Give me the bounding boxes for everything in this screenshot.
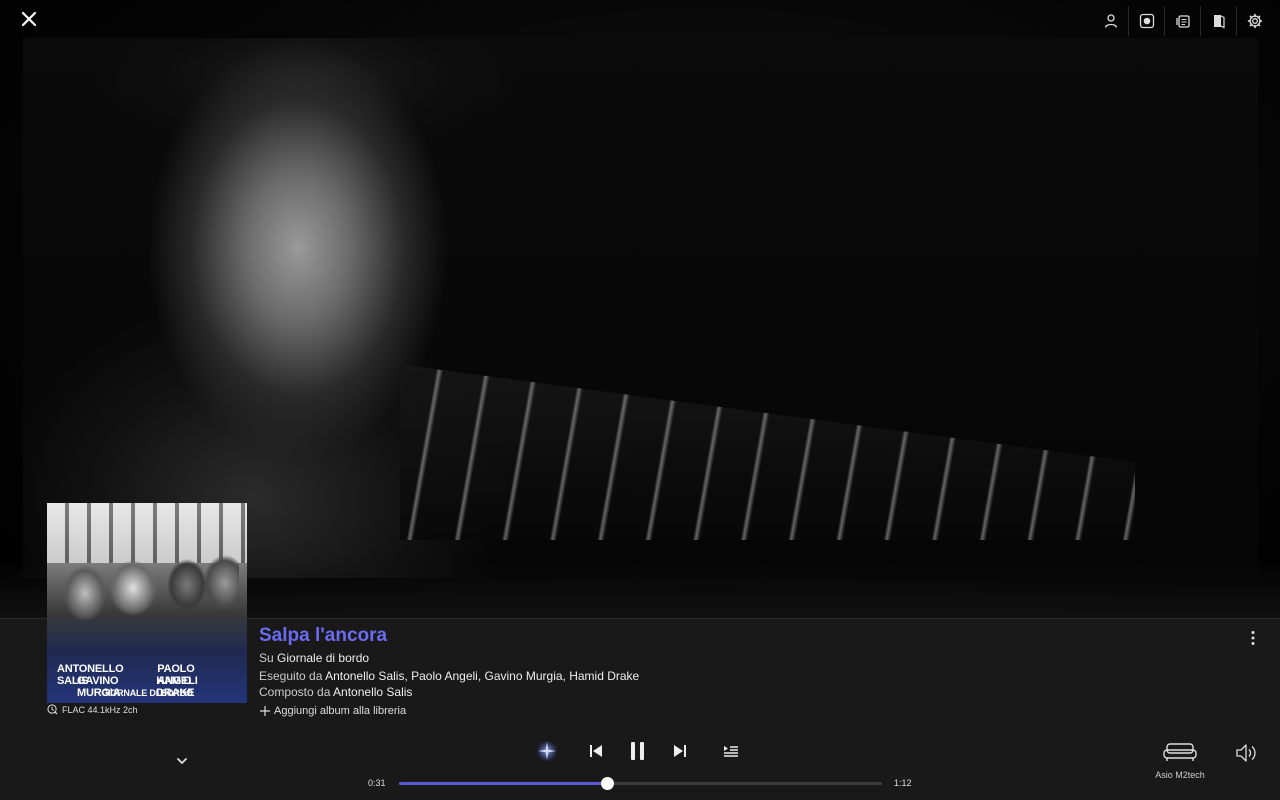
- skip-previous-icon: [590, 745, 602, 757]
- hires-quality-icon: [47, 704, 58, 715]
- close-button[interactable]: [18, 8, 40, 30]
- audio-quality-label: FLAC 44.1kHz 2ch: [62, 704, 138, 715]
- queue-toggle-button[interactable]: [716, 738, 746, 764]
- audio-quality[interactable]: FLAC 44.1kHz 2ch: [47, 704, 138, 715]
- album-cover[interactable]: ANTONELLO SALIS PAOLO ANGELI GAVINO MURG…: [47, 503, 247, 703]
- top-toolbar: [1093, 6, 1272, 36]
- total-time: 1:12: [894, 778, 912, 788]
- collapse-button[interactable]: [175, 754, 191, 768]
- autoplay-button[interactable]: [532, 738, 562, 764]
- album-link[interactable]: Giornale di bordo: [277, 651, 369, 665]
- track-composer-line: Composto da Antonello Salis: [259, 685, 412, 699]
- queue-button[interactable]: [1164, 6, 1200, 36]
- sofa-icon: [1163, 743, 1197, 761]
- pause-icon: [631, 742, 644, 760]
- output-device-button[interactable]: Asio M2tech: [1150, 741, 1210, 780]
- settings-button[interactable]: [1236, 6, 1272, 36]
- previous-button[interactable]: [581, 738, 611, 764]
- performers-prefix: Eseguito da: [259, 669, 323, 683]
- plus-icon: [260, 706, 270, 716]
- album-prefix: Su: [259, 651, 274, 665]
- next-button[interactable]: [665, 738, 695, 764]
- account-button[interactable]: [1093, 6, 1128, 36]
- performers-link[interactable]: Antonello Salis, Paolo Angeli, Gavino Mu…: [325, 669, 639, 683]
- track-performers-line: Eseguito da Antonello Salis, Paolo Angel…: [259, 669, 639, 683]
- add-to-library-button[interactable]: Aggiungi album alla libreria: [259, 705, 406, 717]
- gear-icon: [1247, 13, 1262, 29]
- queue-list-icon: [724, 746, 738, 757]
- stop-record-icon: [1139, 13, 1154, 29]
- track-title[interactable]: Salpa l'ancora: [259, 625, 387, 647]
- sparkle-icon: [536, 740, 558, 762]
- composer-prefix: Composto da: [259, 685, 331, 699]
- volume-button[interactable]: [1235, 743, 1259, 763]
- more-vertical-icon: [1251, 631, 1255, 645]
- user-icon: [1104, 14, 1117, 28]
- playlist-icon: [1175, 15, 1190, 28]
- volume-icon: [1236, 744, 1256, 762]
- progress-fill: [399, 782, 607, 785]
- progress-thumb[interactable]: [600, 777, 614, 790]
- booklet-icon: [1213, 15, 1225, 29]
- output-device-name: Asio M2tech: [1155, 770, 1205, 780]
- add-to-library-label: Aggiungi album alla libreria: [274, 705, 407, 717]
- record-button[interactable]: [1128, 6, 1164, 36]
- booklet-button[interactable]: [1200, 6, 1236, 36]
- chevron-down-icon: [177, 758, 187, 765]
- composer-link[interactable]: Antonello Salis: [333, 685, 412, 699]
- pause-button[interactable]: [623, 738, 653, 764]
- progress-bar[interactable]: [399, 777, 882, 790]
- playback-controls: [532, 738, 746, 764]
- close-icon: [21, 11, 37, 27]
- album-cover-musicians: [55, 543, 239, 653]
- player-fullscreen: ANTONELLO SALIS PAOLO ANGELI GAVINO MURG…: [0, 0, 1280, 800]
- track-album-line: Su Giornale di bordo: [259, 651, 369, 665]
- skip-next-icon: [674, 745, 686, 757]
- album-cover-title: GIORNALE DI BORDO: [101, 688, 193, 698]
- more-options-button[interactable]: [1246, 630, 1260, 650]
- current-time: 0:31: [368, 778, 386, 788]
